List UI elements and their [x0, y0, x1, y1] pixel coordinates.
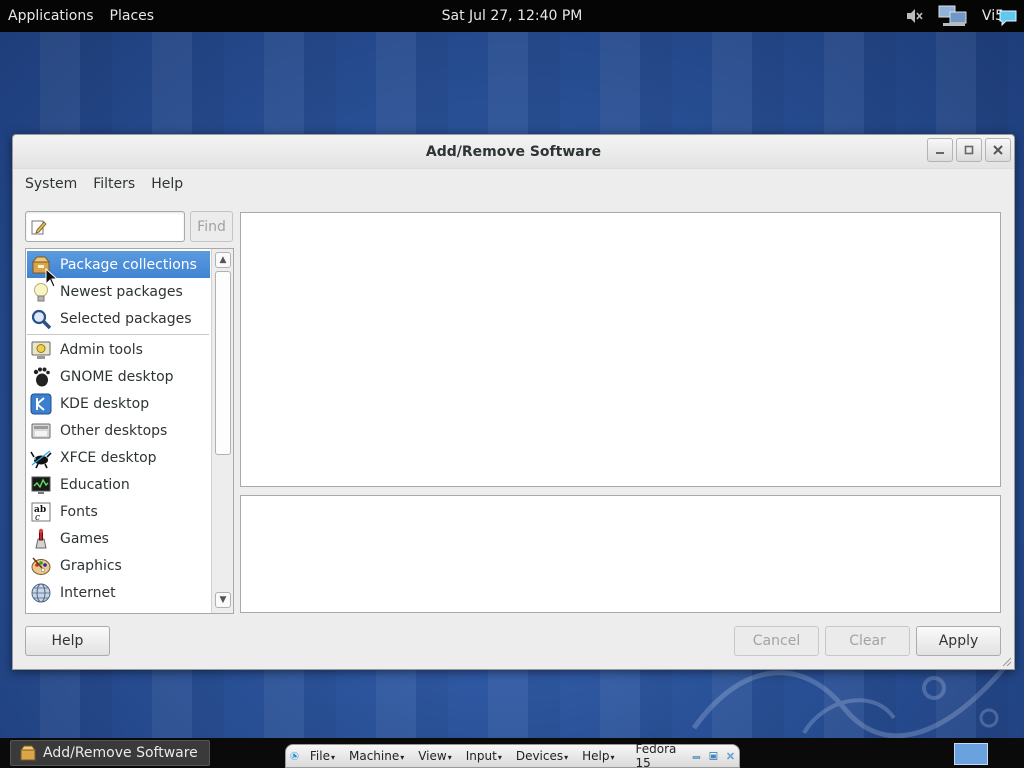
package-icon: [20, 745, 36, 761]
group-item-other-desktops[interactable]: Other desktops: [27, 417, 210, 444]
other-desktops-icon: [29, 419, 53, 443]
help-button[interactable]: Help: [25, 626, 110, 656]
vbox-menu-file[interactable]: File: [303, 749, 342, 763]
group-item-label: Admin tools: [60, 341, 143, 358]
group-item-selected-packages[interactable]: Selected packages: [27, 305, 210, 332]
menu-system[interactable]: System: [17, 176, 85, 192]
taskbar-item-add-remove-software[interactable]: Add/Remove Software: [10, 740, 210, 766]
svg-text:c: c: [35, 513, 40, 523]
find-button[interactable]: Find: [190, 211, 233, 242]
magnifier-icon: [29, 307, 53, 331]
package-list-pane[interactable]: [240, 212, 1001, 487]
resize-grip-icon[interactable]: [1000, 655, 1012, 667]
group-item-admin-tools[interactable]: Admin tools: [27, 336, 210, 363]
top-panel: Applications Places Sat Jul 27, 12:40 PM…: [0, 0, 1024, 32]
pin-icon[interactable]: [290, 747, 299, 765]
group-item-label: Education: [60, 476, 130, 493]
search-row: Find: [25, 211, 233, 242]
graphics-palette-icon: [29, 554, 53, 578]
close-icon: [993, 145, 1003, 155]
volume-muted-icon[interactable]: [904, 7, 924, 25]
group-item-gnome-desktop[interactable]: GNOME desktop: [27, 363, 210, 390]
cancel-button[interactable]: Cancel: [734, 626, 819, 656]
menu-help[interactable]: Help: [143, 176, 191, 192]
group-item-label: Package collections: [60, 256, 197, 273]
window-titlebar[interactable]: Add/Remove Software: [13, 135, 1014, 169]
vbox-menu-machine[interactable]: Machine: [342, 749, 411, 763]
vbox-menu-devices[interactable]: Devices: [509, 749, 575, 763]
group-item-internet[interactable]: Internet: [27, 579, 210, 606]
close-icon[interactable]: [726, 747, 735, 765]
group-item-label: Graphics: [60, 557, 122, 574]
group-item-label: Internet: [60, 584, 116, 601]
group-item-education[interactable]: Education: [27, 471, 210, 498]
vm-name: Fedora 15: [635, 742, 677, 768]
virtualbox-minitoolbar: File Machine View Input Devices Help Fed…: [285, 742, 740, 768]
internet-globe-icon: [29, 581, 53, 605]
group-item-label: XFCE desktop: [60, 449, 157, 466]
minimize-button[interactable]: [927, 138, 953, 162]
minimize-icon[interactable]: [692, 747, 701, 765]
clear-button[interactable]: Clear: [825, 626, 910, 656]
admin-tools-icon: [29, 338, 53, 362]
pencil-icon: [31, 220, 47, 235]
group-item-label: Newest packages: [60, 283, 183, 300]
applications-menu[interactable]: Applications: [0, 8, 102, 24]
system-tray: Vi5: [904, 0, 1018, 32]
group-list[interactable]: Package collections Newest packages Sele…: [25, 248, 234, 614]
fonts-icon: ab c: [29, 500, 53, 524]
taskbar-item-label: Add/Remove Software: [43, 745, 198, 761]
group-list-scrollbar[interactable]: ▲ ▼: [211, 249, 233, 613]
menu-filters[interactable]: Filters: [85, 176, 143, 192]
chevron-up-icon: ▲: [219, 255, 227, 265]
restore-window-icon[interactable]: [709, 747, 718, 765]
window-controls: [927, 138, 1011, 162]
scroll-up-button[interactable]: ▲: [215, 252, 231, 268]
menubar: System Filters Help: [13, 169, 1014, 199]
add-remove-software-window: Add/Remove Software System Filters Help …: [12, 134, 1015, 670]
group-item-xfce-desktop[interactable]: XFCE desktop: [27, 444, 210, 471]
maximize-button[interactable]: [956, 138, 982, 162]
maximize-icon: [964, 145, 974, 155]
kde-icon: [29, 392, 53, 416]
chat-icon[interactable]: [998, 9, 1018, 27]
vbox-menu-input[interactable]: Input: [459, 749, 509, 763]
network-icon[interactable]: [938, 4, 968, 28]
group-list-separator: [27, 334, 209, 335]
package-details-pane[interactable]: [240, 495, 1001, 613]
search-field[interactable]: [25, 211, 185, 242]
vbox-menu-help[interactable]: Help: [575, 749, 621, 763]
group-item-kde-desktop[interactable]: KDE desktop: [27, 390, 210, 417]
games-icon: [29, 527, 53, 551]
group-item-label: KDE desktop: [60, 395, 150, 412]
group-item-fonts[interactable]: ab c Fonts: [27, 498, 210, 525]
group-item-label: GNOME desktop: [60, 368, 174, 385]
education-monitor-icon: [29, 473, 53, 497]
group-item-label: Selected packages: [60, 310, 192, 327]
window-title: Add/Remove Software: [425, 144, 602, 160]
group-item-graphics[interactable]: Graphics: [27, 552, 210, 579]
chevron-down-icon: ▼: [219, 595, 227, 605]
scroll-down-button[interactable]: ▼: [215, 592, 231, 608]
workspace-switcher[interactable]: [954, 743, 988, 765]
close-button[interactable]: [985, 138, 1011, 162]
clock[interactable]: Sat Jul 27, 12:40 PM: [442, 8, 583, 24]
group-item-games[interactable]: Games: [27, 525, 210, 552]
group-item-label: Fonts: [60, 503, 98, 520]
apply-button[interactable]: Apply: [916, 626, 1001, 656]
search-input[interactable]: [52, 218, 180, 236]
group-item-label: Games: [60, 530, 109, 547]
vbox-menu-view[interactable]: View: [411, 749, 459, 763]
minimize-icon: [936, 152, 944, 154]
group-item-label: Other desktops: [60, 422, 168, 439]
gnome-foot-icon: [29, 365, 53, 389]
places-menu[interactable]: Places: [102, 8, 163, 24]
mouse-pointer-icon: [45, 268, 59, 288]
xfce-mouse-icon: [29, 446, 53, 470]
scrollbar-thumb[interactable]: [215, 271, 231, 455]
